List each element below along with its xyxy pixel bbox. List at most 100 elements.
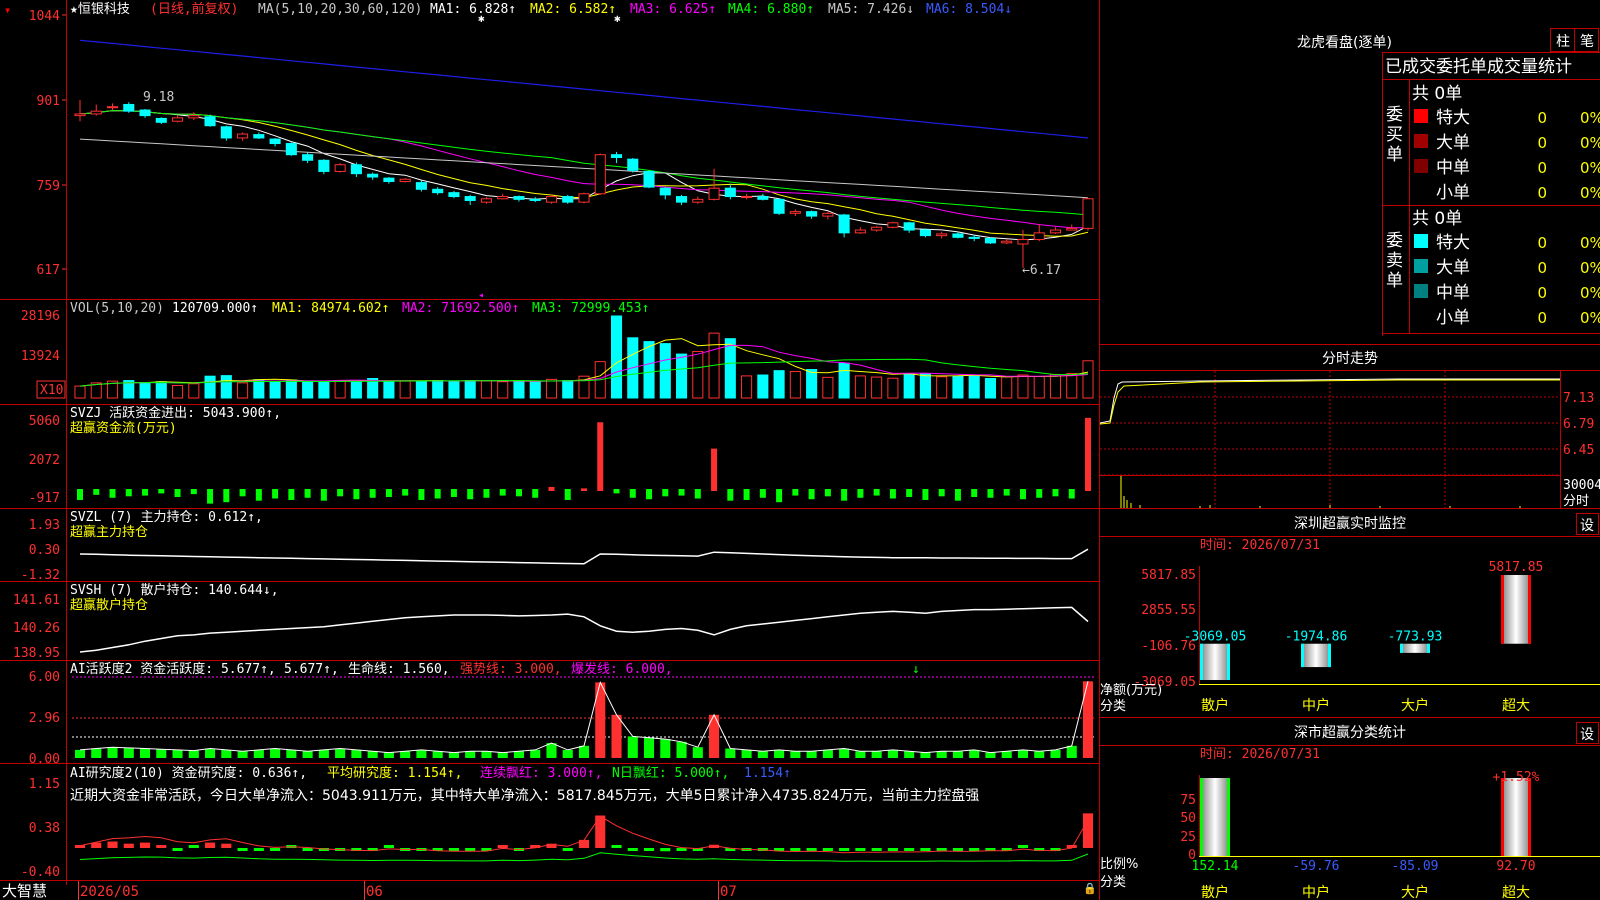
order-pct: 0%: [1580, 259, 1600, 277]
ai-research-bar: [139, 842, 151, 848]
monitor-bar-edge: [1200, 643, 1203, 680]
svzj-panel[interactable]: SVZJ 活跃资金进出: 5043.900↑, 超赢资金流(万元) 5060 2…: [29, 405, 1091, 506]
class-category: 散户: [1201, 884, 1229, 900]
price-panel[interactable]: ▾ 1044 901 759 617 9.18 ←6.17 ★恒银科技 (日线,…: [4, 1, 1094, 301]
tab-bar-chart-label[interactable]: 柱: [1556, 34, 1570, 50]
order-size-name: 大单: [1436, 258, 1470, 278]
volume-bar: [1001, 376, 1013, 399]
svzj-bar: [223, 489, 230, 503]
ai-active-bar: [188, 750, 199, 758]
order-pct: 0%: [1580, 309, 1600, 327]
candle-body: [822, 212, 834, 217]
ai-active-bar: [725, 748, 736, 758]
ai-active-value2: 5.677↑,: [284, 662, 339, 677]
ai-active-bar: [91, 748, 102, 758]
ai-research-bar: [920, 848, 931, 851]
vol-unit: X10: [40, 383, 63, 398]
candle-body: [204, 116, 216, 127]
price-tick: 901: [37, 94, 60, 109]
volume-bar: [237, 382, 249, 399]
ai-active-bar: [74, 749, 86, 758]
date-label: 06: [366, 884, 383, 900]
candle-body: [529, 198, 541, 201]
ma2-value: MA2: 6.582↑: [530, 2, 616, 17]
monitor-ylabel: 净额(万元): [1100, 683, 1162, 698]
volume-bar: [285, 379, 297, 399]
candle-body: [90, 110, 102, 115]
order-size-name: 中单: [1436, 283, 1470, 303]
intraday-chart[interactable]: 7.13 6.79 6.45 30004 分时: [1099, 371, 1600, 509]
ma-params[interactable]: MA(5,10,20,30,60,120): [258, 2, 422, 17]
volume-bar: [74, 385, 86, 399]
ai-active-panel[interactable]: AI活跃度2 资金活跃度: 5.677↑, 5.677↑, 生命线: 1.560…: [29, 661, 1094, 767]
class-stats-chart: 75 50 25 0 152.14散户-59.76中户-85.09大户92.70…: [1100, 770, 1600, 900]
tab-tick-list-label[interactable]: 笔: [1580, 34, 1594, 50]
scroll-marker-icon[interactable]: ◂: [478, 290, 484, 301]
volume-bar: [562, 380, 574, 399]
monitor-bar: 5817.85 超大: [1489, 560, 1544, 714]
volume-bar: [838, 362, 850, 399]
candle-body: [676, 196, 688, 203]
order-swatch: [1414, 109, 1428, 123]
svzj-bar: [581, 488, 587, 491]
order-pct: 0%: [1580, 234, 1600, 252]
svzj-bar: [889, 489, 896, 499]
candle-body: [724, 187, 736, 198]
ai-active-bar: [383, 752, 394, 758]
svzj-bar: [824, 489, 831, 497]
monitor-chart: 5817.85 2855.55 -106.76 -3069.05 -3069.0…: [1100, 560, 1600, 714]
ai-active-bar: [481, 751, 492, 758]
star-marker-icon: ✱: [478, 12, 485, 25]
vol-ma2: MA2: 71692.500↑: [402, 301, 519, 316]
ai-active-bar: [448, 752, 459, 758]
candle-body: [350, 164, 362, 175]
candle-body: [269, 138, 281, 145]
monitor-bar-value: -773.93: [1388, 630, 1443, 645]
svzj-bar: [841, 489, 848, 501]
order-pct: 0%: [1580, 159, 1600, 177]
svzj-bar: [662, 489, 669, 497]
order-swatch: [1414, 284, 1428, 298]
svzj-bar: [808, 489, 815, 500]
ai-research-bar: [448, 848, 459, 851]
lock-icon[interactable]: 🔒: [1083, 882, 1097, 895]
candle-body: [1033, 232, 1045, 241]
volume-bar: [432, 380, 444, 399]
order-swatch: [1414, 234, 1428, 248]
price-header: ★恒银科技 (日线,前复权) MA(5,10,20,30,60,120) MA1…: [70, 1, 1012, 25]
candle-body: [285, 143, 297, 156]
svzl-panel[interactable]: SVZL (7) 主力持仓: 0.612↑, 超赢主力持仓 1.93 0.30 …: [21, 510, 1089, 583]
ma6-value: MA6: 8.504↓: [926, 2, 1012, 17]
volume-bar: [545, 378, 558, 399]
stats-title: 已成交委托单成交量统计: [1385, 57, 1572, 77]
volume-bar: [1017, 374, 1029, 399]
chart-mode[interactable]: (日线,前复权): [150, 1, 238, 17]
ai-active-bars: [74, 681, 1094, 758]
ai-research-bar: [822, 848, 833, 851]
menu-arrow-icon[interactable]: ▾: [4, 3, 11, 17]
intraday-tick: 6.45: [1563, 443, 1594, 458]
stock-name[interactable]: ★恒银科技: [70, 2, 130, 17]
ai-active-bar: [595, 682, 606, 758]
buy-order-group: 委买单 共 0单 特大 0 0% 大单 0 0% 中单 0 0% 小单 0 0%: [1386, 84, 1600, 203]
volume-panel[interactable]: VOL(5,10,20) 120709.000↑ MA1: 84974.602↑…: [21, 301, 1094, 399]
ma5-value: MA5: 7.426↓: [828, 2, 914, 17]
ai-active-bar: [611, 714, 622, 758]
ai-burst-line: 爆发线: 6.000,: [571, 661, 673, 677]
svzl-line: [79, 548, 1089, 565]
monitor-settings-label[interactable]: 设: [1580, 518, 1594, 534]
svsh-panel[interactable]: SVSH (7) 散户持仓: 140.644↓, 超赢散户持仓 141.61 1…: [13, 582, 1089, 661]
class-category: 超大: [1502, 885, 1530, 900]
svsh-tick: 141.61: [13, 593, 60, 608]
class-stats-settings-label[interactable]: 设: [1580, 727, 1594, 743]
svzj-bar: [467, 489, 474, 500]
svzj-bar: [190, 489, 197, 495]
monitor-bar-body: [1200, 643, 1230, 680]
ai-research-panel[interactable]: AI研究度2(10) 资金研究度: 0.636↑, 平均研究度: 1.154↑,…: [21, 765, 1094, 880]
svzj-bar: [320, 489, 327, 501]
volume-bar: [480, 380, 492, 399]
ai-research-bar: [465, 848, 476, 851]
ai-active-bar: [205, 748, 216, 758]
class-bar-value: 152.14: [1192, 859, 1239, 874]
order-count: 0: [1537, 159, 1547, 177]
